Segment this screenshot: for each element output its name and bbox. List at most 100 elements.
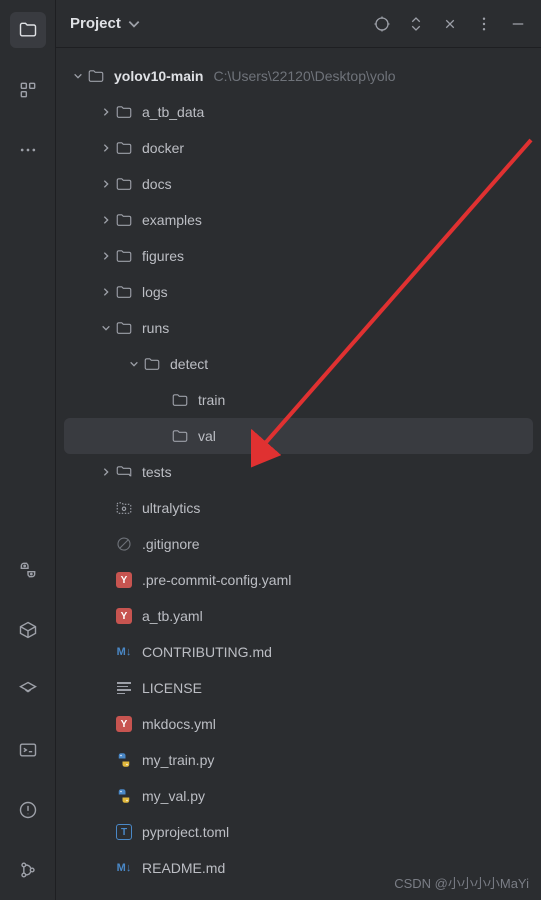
gitignore-icon	[114, 534, 134, 554]
folder-label: logs	[142, 284, 168, 300]
folder-label: val	[198, 428, 216, 444]
yaml-icon: Y	[114, 570, 134, 590]
python-icon	[114, 750, 134, 770]
panel-title-text: Project	[70, 15, 121, 32]
chevron-down-icon[interactable]	[70, 68, 86, 84]
collapse-all-icon[interactable]	[441, 15, 459, 33]
markdown-icon: M↓	[114, 858, 134, 878]
file-my-train[interactable]: my_train.py	[56, 742, 541, 778]
folder-figures[interactable]: figures	[56, 238, 541, 274]
folder-icon	[114, 210, 134, 230]
folder-label: detect	[170, 356, 208, 372]
file-pyproject[interactable]: T pyproject.toml	[56, 814, 541, 850]
package-folder-icon	[114, 498, 134, 518]
folder-train[interactable]: train	[56, 382, 541, 418]
file-label: pyproject.toml	[142, 824, 229, 840]
folder-val[interactable]: val	[64, 418, 533, 454]
file-label: mkdocs.yml	[142, 716, 216, 732]
folder-label: figures	[142, 248, 184, 264]
file-mkdocs[interactable]: Y mkdocs.yml	[56, 706, 541, 742]
project-panel-header: Project	[56, 0, 541, 48]
root-folder[interactable]: yolov10-main C:\Users\22120\Desktop\yolo	[56, 58, 541, 94]
chevron-down-icon	[127, 17, 141, 31]
folder-icon	[170, 390, 190, 410]
folder-runs[interactable]: runs	[56, 310, 541, 346]
file-label: my_val.py	[142, 788, 205, 804]
chevron-right-icon[interactable]	[98, 248, 114, 264]
folder-label: docker	[142, 140, 184, 156]
folder-icon	[86, 66, 106, 86]
folder-label: train	[198, 392, 225, 408]
file-label: README.md	[142, 860, 225, 876]
structure-tool-icon[interactable]	[10, 72, 46, 108]
folder-icon	[114, 138, 134, 158]
file-a-tb-yaml[interactable]: Y a_tb.yaml	[56, 598, 541, 634]
chevron-right-icon[interactable]	[98, 140, 114, 156]
folder-label: docs	[142, 176, 172, 192]
folder-icon	[114, 246, 134, 266]
vcs-icon[interactable]	[10, 852, 46, 888]
folder-docker[interactable]: docker	[56, 130, 541, 166]
file-gitignore[interactable]: .gitignore	[56, 526, 541, 562]
chevron-down-icon[interactable]	[126, 356, 142, 372]
folder-examples[interactable]: examples	[56, 202, 541, 238]
more-tool-icon[interactable]	[10, 132, 46, 168]
file-license[interactable]: LICENSE	[56, 670, 541, 706]
folder-path: C:\Users\22120\Desktop\yolo	[213, 68, 395, 84]
file-label: my_train.py	[142, 752, 214, 768]
file-label: a_tb.yaml	[142, 608, 203, 624]
folder-icon	[170, 426, 190, 446]
folder-icon	[114, 282, 134, 302]
chevron-right-icon[interactable]	[98, 464, 114, 480]
project-tree[interactable]: yolov10-main C:\Users\22120\Desktop\yolo…	[56, 48, 541, 900]
file-label: CONTRIBUTING.md	[142, 644, 272, 660]
folder-label: examples	[142, 212, 202, 228]
folder-a-tb-data[interactable]: a_tb_data	[56, 94, 541, 130]
text-icon	[114, 678, 134, 698]
chevron-right-icon[interactable]	[98, 104, 114, 120]
folder-detect[interactable]: detect	[56, 346, 541, 382]
file-label: LICENSE	[142, 680, 202, 696]
yaml-icon: Y	[114, 606, 134, 626]
services-icon[interactable]	[10, 672, 46, 708]
folder-icon	[142, 354, 162, 374]
terminal-icon[interactable]	[10, 732, 46, 768]
project-tool-icon[interactable]	[10, 12, 46, 48]
folder-label: yolov10-main	[114, 68, 203, 84]
python-console-icon[interactable]	[10, 552, 46, 588]
target-icon[interactable]	[373, 15, 391, 33]
file-precommit[interactable]: Y .pre-commit-config.yaml	[56, 562, 541, 598]
file-label: .pre-commit-config.yaml	[142, 572, 291, 588]
folder-label: runs	[142, 320, 169, 336]
folder-icon	[114, 174, 134, 194]
expand-collapse-icon[interactable]	[407, 15, 425, 33]
markdown-icon: M↓	[114, 642, 134, 662]
problems-icon[interactable]	[10, 792, 46, 828]
folder-label: ultralytics	[142, 500, 200, 516]
folder-logs[interactable]: logs	[56, 274, 541, 310]
file-contributing[interactable]: M↓ CONTRIBUTING.md	[56, 634, 541, 670]
folder-docs[interactable]: docs	[56, 166, 541, 202]
packages-icon[interactable]	[10, 612, 46, 648]
chevron-down-icon[interactable]	[98, 320, 114, 336]
kebab-menu-icon[interactable]	[475, 15, 493, 33]
folder-tests[interactable]: tests	[56, 454, 541, 490]
watermark: CSDN @小小小小MaYi	[394, 873, 529, 892]
python-icon	[114, 786, 134, 806]
panel-title[interactable]: Project	[70, 15, 141, 32]
folder-icon	[114, 102, 134, 122]
chevron-right-icon[interactable]	[98, 176, 114, 192]
folder-icon	[114, 462, 134, 482]
chevron-right-icon[interactable]	[98, 212, 114, 228]
activity-bar[interactable]	[0, 0, 56, 900]
file-my-val[interactable]: my_val.py	[56, 778, 541, 814]
file-label: .gitignore	[142, 536, 200, 552]
folder-icon	[114, 318, 134, 338]
chevron-right-icon[interactable]	[98, 284, 114, 300]
minimize-icon[interactable]	[509, 15, 527, 33]
yaml-icon: Y	[114, 714, 134, 734]
toml-icon: T	[114, 822, 134, 842]
folder-label: tests	[142, 464, 172, 480]
folder-ultralytics[interactable]: ultralytics	[56, 490, 541, 526]
folder-label: a_tb_data	[142, 104, 204, 120]
